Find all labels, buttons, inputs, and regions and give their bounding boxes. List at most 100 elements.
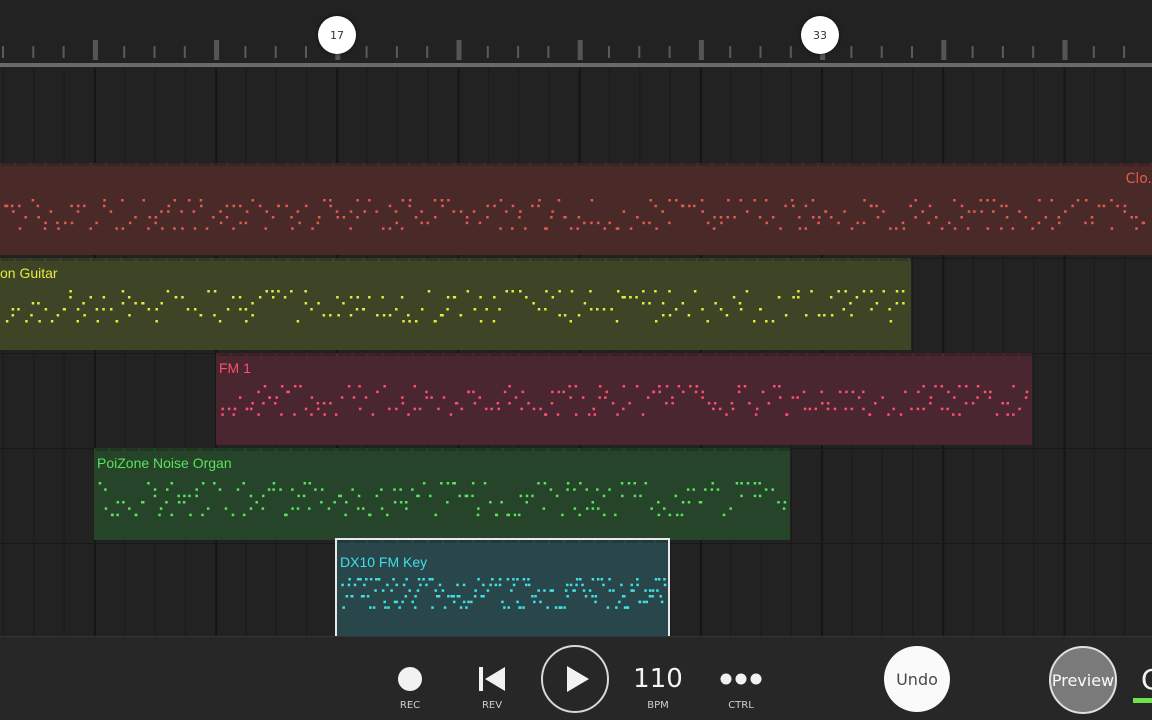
note-dot	[368, 199, 371, 202]
cut-button[interactable]: C	[1141, 663, 1152, 696]
play-button[interactable]	[541, 645, 609, 713]
tempo-control[interactable]: 110 BPM	[628, 637, 688, 720]
note-dot	[611, 402, 615, 405]
note-dot	[518, 513, 521, 517]
note-dot	[645, 600, 648, 604]
note-dot	[564, 589, 568, 592]
rewind-button[interactable]: REV	[467, 637, 517, 720]
clip-step-marker	[519, 448, 533, 451]
note-dot	[5, 320, 9, 323]
note-dot	[351, 488, 354, 491]
pattern-clip-noise-organ[interactable]: PoiZone Noise Organ	[94, 448, 790, 540]
pattern-clip-guitar[interactable]: on Guitar	[0, 258, 911, 350]
note-dot	[1123, 210, 1126, 213]
note-dot	[393, 501, 397, 504]
clip-step-marker	[246, 448, 260, 451]
note-dot	[265, 290, 269, 293]
note-dot	[160, 210, 163, 213]
note-dot	[314, 488, 317, 491]
clip-step-marker	[803, 258, 817, 261]
clip-step-marker	[470, 258, 484, 261]
ctrl-button[interactable]: CTRL	[711, 637, 771, 720]
note-dot	[446, 501, 449, 504]
note-dot	[971, 402, 975, 405]
note-dot	[272, 482, 276, 485]
note-dot	[784, 204, 787, 208]
bar-marker-17[interactable]: 17	[318, 16, 356, 54]
note-dot	[458, 494, 461, 498]
note-dot	[657, 501, 660, 504]
clip-step-marker	[353, 540, 367, 543]
clip-step-marker	[398, 353, 412, 356]
note-dot	[633, 494, 637, 498]
note-dot	[642, 221, 645, 225]
preview-button[interactable]: Preview	[1049, 646, 1117, 714]
note-dot	[337, 314, 340, 317]
note-dot	[681, 501, 685, 504]
bar-marker-label: 33	[813, 28, 827, 42]
note-dot	[964, 402, 968, 405]
ruler-tick	[880, 46, 883, 58]
note-dot	[339, 494, 343, 498]
clip-step-marker	[607, 163, 620, 166]
note-dot	[588, 589, 592, 592]
note-dot	[577, 314, 581, 317]
undo-button[interactable]: Undo	[884, 646, 950, 712]
pattern-clip-fm1[interactable]: FM 1	[216, 353, 1032, 445]
note-dot	[648, 221, 651, 225]
note-dot	[401, 199, 405, 202]
note-dot	[889, 227, 892, 230]
ruler-tick	[729, 46, 732, 58]
clip-step-marker	[444, 353, 458, 356]
clip-notes	[1, 163, 1151, 230]
bar-marker-label: 17	[330, 28, 344, 42]
note-dot	[531, 204, 534, 208]
progress-indicator	[1133, 698, 1152, 703]
clip-step-marker	[304, 258, 317, 261]
bar-marker-33[interactable]: 33	[801, 16, 839, 54]
clip-step-marker	[337, 448, 351, 451]
clip-step-marker	[595, 353, 609, 356]
note-dot	[514, 396, 518, 399]
note-dot	[892, 407, 895, 411]
note-dot	[562, 390, 565, 394]
note-dot	[550, 402, 554, 405]
clip-step-marker	[217, 353, 230, 356]
note-dot	[527, 578, 530, 581]
note-dot	[510, 589, 513, 592]
note-dot	[934, 385, 937, 388]
note-dot	[494, 513, 498, 517]
note-dot	[199, 199, 203, 202]
record-button[interactable]: REC	[385, 637, 435, 720]
clip-step-marker	[591, 163, 605, 166]
note-dot	[960, 204, 964, 208]
pattern-clip-dx10-selected[interactable]: DX10 FM Key	[335, 538, 670, 636]
note-dot	[193, 227, 197, 230]
ruler-tick	[547, 46, 550, 58]
clip-step-marker	[334, 258, 348, 261]
note-dot	[411, 488, 414, 491]
note-dot	[50, 320, 54, 323]
note-dot	[402, 583, 406, 587]
note-dot	[675, 513, 679, 517]
timeline-ruler[interactable]: 17 33	[0, 0, 1152, 68]
note-dot	[142, 199, 145, 202]
clip-step-marker	[322, 448, 336, 451]
note-dot	[545, 290, 548, 293]
note-dot	[976, 396, 979, 399]
clip-step-marker	[622, 258, 636, 261]
clip-step-marker	[338, 540, 351, 543]
note-dot	[422, 482, 426, 485]
pattern-clip-clo[interactable]: Clo.	[0, 163, 1152, 255]
note-dot	[973, 210, 976, 213]
note-dot	[524, 583, 528, 587]
note-dot	[598, 396, 601, 399]
note-dot	[1006, 402, 1009, 405]
note-dot	[681, 302, 685, 305]
clip-step-marker	[682, 258, 696, 261]
note-dot	[758, 482, 761, 485]
note-dot	[402, 320, 405, 323]
note-dot	[519, 210, 522, 213]
note-dot	[121, 302, 125, 305]
clip-step-marker	[429, 353, 443, 356]
